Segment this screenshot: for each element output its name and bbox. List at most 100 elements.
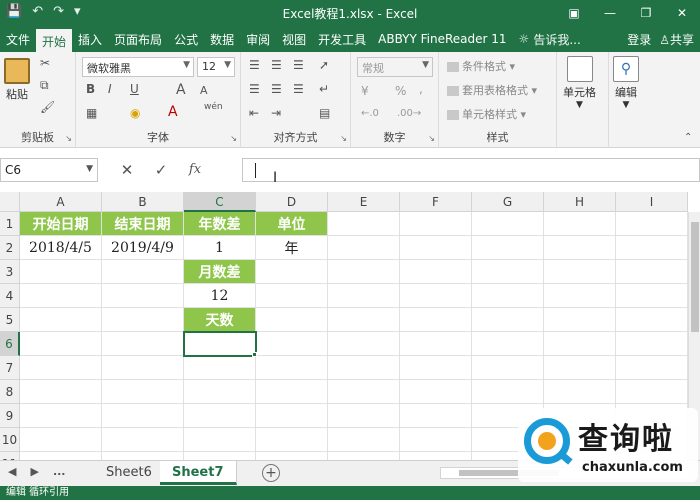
cell-f4[interactable]	[400, 284, 472, 308]
conditional-formatting-button[interactable]: 条件格式 ▾	[447, 58, 515, 74]
orientation-icon[interactable]: ➚	[319, 58, 329, 72]
increase-indent-icon[interactable]: ⇥	[271, 106, 281, 120]
cell-f10[interactable]	[400, 428, 472, 452]
column-header-a[interactable]: A	[20, 192, 102, 212]
cell-h7[interactable]	[544, 356, 616, 380]
cell-e8[interactable]	[328, 380, 400, 404]
cell-e5[interactable]	[328, 308, 400, 332]
row-header-8[interactable]: 8	[0, 380, 20, 404]
cell-d9[interactable]	[256, 404, 328, 428]
select-all-corner[interactable]	[0, 192, 20, 212]
cell-h8[interactable]	[544, 380, 616, 404]
cell-a4[interactable]	[20, 284, 102, 308]
currency-icon[interactable]: ¥	[361, 84, 369, 98]
restore-button[interactable]: ❐	[628, 0, 664, 26]
cell-i4[interactable]	[616, 284, 688, 308]
cell-h1[interactable]	[544, 212, 616, 236]
tab-page-layout[interactable]: 页面布局	[108, 26, 168, 52]
cell-b7[interactable]	[102, 356, 184, 380]
cell-a3[interactable]	[20, 260, 102, 284]
row-header-5[interactable]: 5	[0, 308, 20, 332]
tab-review[interactable]: 审阅	[240, 26, 276, 52]
cell-d5[interactable]	[256, 308, 328, 332]
editing-button[interactable]: ⚲ 编辑 ▼	[613, 56, 639, 110]
cell-c10[interactable]	[184, 428, 256, 452]
bold-button[interactable]: B	[86, 82, 95, 96]
row-header-1[interactable]: 1	[0, 212, 20, 236]
font-size-dropdown[interactable]: 12 ▼	[197, 57, 235, 77]
cell-a9[interactable]	[20, 404, 102, 428]
tab-data[interactable]: 数据	[204, 26, 240, 52]
row-header-4[interactable]: 4	[0, 284, 20, 308]
sheet-tab-sheet6[interactable]: Sheet6	[94, 461, 165, 485]
cell-e1[interactable]	[328, 212, 400, 236]
cell-d1[interactable]: 单位	[256, 212, 328, 236]
row-header-3[interactable]: 3	[0, 260, 20, 284]
formula-input[interactable]	[242, 158, 700, 182]
cell-i1[interactable]	[616, 212, 688, 236]
cell-a11[interactable]	[20, 452, 102, 460]
cell-b5[interactable]	[102, 308, 184, 332]
merge-center-icon[interactable]: ▤	[319, 106, 330, 120]
dialog-launcher-icon[interactable]: ↘	[230, 134, 237, 143]
row-header-6[interactable]: 6	[0, 332, 20, 356]
cell-h5[interactable]	[544, 308, 616, 332]
cell-c9[interactable]	[184, 404, 256, 428]
row-header-7[interactable]: 7	[0, 356, 20, 380]
column-header-d[interactable]: D	[256, 192, 328, 212]
cell-f9[interactable]	[400, 404, 472, 428]
cell-d7[interactable]	[256, 356, 328, 380]
tab-file[interactable]: 文件	[0, 26, 36, 52]
font-name-dropdown[interactable]: 微软雅黑 ▼	[82, 57, 194, 77]
align-bottom-icon[interactable]: ☰	[293, 58, 304, 72]
column-header-c[interactable]: C	[184, 192, 256, 212]
cell-a1[interactable]: 开始日期	[20, 212, 102, 236]
cell-h3[interactable]	[544, 260, 616, 284]
add-sheet-button[interactable]: +	[262, 464, 280, 482]
underline-button[interactable]: U	[130, 82, 139, 96]
dialog-launcher-icon[interactable]: ↘	[340, 134, 347, 143]
cell-f6[interactable]	[400, 332, 472, 356]
tell-me-box[interactable]: ☼ 告诉我...	[513, 26, 581, 52]
dialog-launcher-icon[interactable]: ↘	[428, 134, 435, 143]
cell-f11[interactable]	[400, 452, 472, 460]
name-box[interactable]: C6 ▼	[0, 158, 98, 182]
fill-color-icon[interactable]: ◉	[130, 106, 140, 120]
enter-formula-button[interactable]: ✓	[144, 158, 178, 182]
cell-a8[interactable]	[20, 380, 102, 404]
dialog-launcher-icon[interactable]: ↘	[65, 134, 72, 143]
share-button[interactable]: ♙共享	[659, 31, 694, 48]
cell-c5[interactable]: 天数	[184, 308, 256, 332]
column-header-f[interactable]: F	[400, 192, 472, 212]
cell-e6[interactable]	[328, 332, 400, 356]
login-button[interactable]: 登录	[627, 31, 651, 48]
cell-f8[interactable]	[400, 380, 472, 404]
cell-c3[interactable]: 月数差	[184, 260, 256, 284]
row-header-10[interactable]: 10	[0, 428, 20, 452]
decrease-indent-icon[interactable]: ⇤	[249, 106, 259, 120]
column-header-h[interactable]: H	[544, 192, 616, 212]
cell-c8[interactable]	[184, 380, 256, 404]
minimize-button[interactable]: —	[592, 0, 628, 26]
sheet-tab-sheet7[interactable]: Sheet7	[160, 461, 237, 485]
cell-i3[interactable]	[616, 260, 688, 284]
cell-c6[interactable]	[183, 331, 257, 357]
cell-c4[interactable]: 12	[184, 284, 256, 308]
cell-f1[interactable]	[400, 212, 472, 236]
cell-e2[interactable]	[328, 236, 400, 260]
align-middle-icon[interactable]: ☰	[271, 58, 282, 72]
cell-b3[interactable]	[102, 260, 184, 284]
tab-insert[interactable]: 插入	[72, 26, 108, 52]
align-right-icon[interactable]: ☰	[293, 82, 304, 96]
more-sheets-button[interactable]: ...	[53, 465, 66, 478]
cell-e4[interactable]	[328, 284, 400, 308]
borders-icon[interactable]: ▦	[86, 106, 97, 120]
percent-button[interactable]: %	[395, 84, 406, 98]
cell-g3[interactable]	[472, 260, 544, 284]
cell-b10[interactable]	[102, 428, 184, 452]
cell-h2[interactable]	[544, 236, 616, 260]
cell-b2[interactable]: 2019/4/9	[102, 236, 184, 260]
ribbon-options-button[interactable]: ▣	[556, 0, 592, 26]
cell-g7[interactable]	[472, 356, 544, 380]
cell-d4[interactable]	[256, 284, 328, 308]
